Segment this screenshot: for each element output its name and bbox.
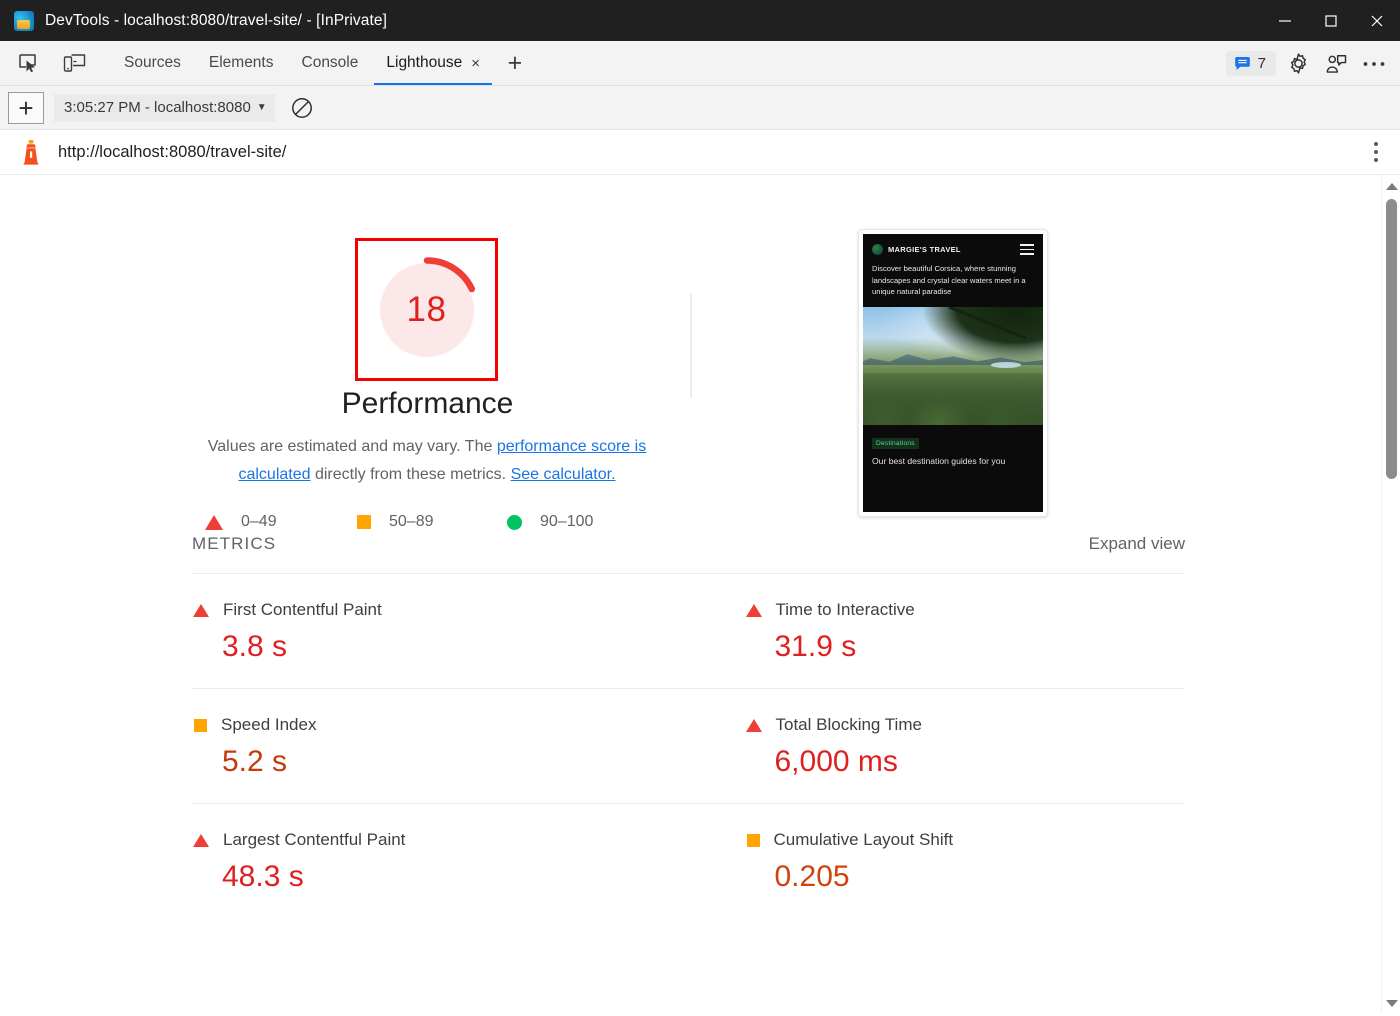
window-title: DevTools - localhost:8080/travel-site/ -… <box>45 11 388 29</box>
metric-total-blocking-time[interactable]: Total Blocking Time 6,000 ms <box>688 688 1185 803</box>
metric-speed-index[interactable]: Speed Index 5.2 s <box>192 688 689 803</box>
feedback-icon[interactable] <box>1320 49 1352 79</box>
tab-label: Console <box>301 54 359 71</box>
metric-first-contentful-paint[interactable]: First Contentful Paint 3.8 s <box>192 573 689 688</box>
more-options-icon[interactable] <box>1358 49 1390 79</box>
chevron-down-icon: ▼ <box>256 102 267 113</box>
report-selector-dropdown[interactable]: 3:05:27 PM - localhost:8080 ▼ <box>54 93 275 122</box>
devtools-toolbar-right: 7 <box>1225 41 1390 86</box>
devtools-window: DevTools - localhost:8080/travel-site/ -… <box>0 0 1400 1016</box>
scroll-thumb[interactable] <box>1386 199 1397 479</box>
metric-name: Speed Index <box>221 715 317 734</box>
metric-name: First Contentful Paint <box>223 600 382 619</box>
message-icon <box>1234 56 1250 70</box>
lighthouse-report: 18 Performance Values are estimated and … <box>0 175 1400 1016</box>
gear-icon[interactable] <box>1282 49 1314 79</box>
metrics-grid: First Contentful Paint 3.8 s Time to Int… <box>192 573 1185 918</box>
vertical-scrollbar[interactable] <box>1381 175 1400 1016</box>
scroll-down-arrow-icon[interactable] <box>1382 994 1400 1012</box>
performance-score: 18 <box>406 289 447 329</box>
tab-label: Lighthouse <box>386 54 463 71</box>
corsica-landscape-photo <box>863 306 1043 425</box>
triangle-icon <box>193 833 209 847</box>
metric-name: Cumulative Layout Shift <box>773 830 954 849</box>
tab-elements[interactable]: Elements <box>195 41 288 85</box>
triangle-icon <box>745 718 762 732</box>
report-url-row: http://localhost:8080/travel-site/ <box>0 130 1400 175</box>
tab-console[interactable]: Console <box>288 41 373 85</box>
thumbnail-brand: MARGIE'S TRAVEL <box>872 244 961 255</box>
metrics-section: METRICS Expand view First Contentful Pai… <box>0 515 1381 918</box>
devtools-tool-icons <box>12 48 92 78</box>
thumbnail-header: MARGIE'S TRAVEL <box>863 234 1043 255</box>
metric-value: 0.205 <box>774 860 850 893</box>
add-panel-icon[interactable]: + <box>498 48 532 78</box>
square-icon <box>194 718 207 732</box>
tab-lighthouse[interactable]: Lighthouse × <box>372 41 494 85</box>
maximize-button[interactable] <box>1308 0 1354 41</box>
window-controls <box>1262 0 1400 41</box>
see-calculator-link[interactable]: See calculator. <box>511 466 616 483</box>
metric-name: Largest Contentful Paint <box>223 830 406 849</box>
close-icon[interactable]: × <box>471 56 480 71</box>
edge-devtools-icon <box>14 10 34 31</box>
page-screenshot-thumbnail[interactable]: MARGIE'S TRAVEL Discover beautiful Corsi… <box>858 229 1048 517</box>
scroll-up-arrow-icon[interactable] <box>1382 177 1400 195</box>
performance-gauge-highlight: 18 <box>355 238 498 381</box>
metric-value: 3.8 s <box>222 630 288 663</box>
close-button[interactable] <box>1354 0 1400 41</box>
tab-label: Elements <box>208 54 274 71</box>
score-description-part2: directly from these metrics. <box>310 466 511 483</box>
section-divider <box>690 293 692 398</box>
lighthouse-icon <box>18 139 44 165</box>
issues-count: 7 <box>1257 55 1266 72</box>
score-section: 18 Performance Values are estimated and … <box>0 175 1381 530</box>
hamburger-icon <box>1020 244 1034 255</box>
metric-cumulative-layout-shift[interactable]: Cumulative Layout Shift 0.205 <box>688 803 1185 918</box>
score-description-part1: Values are estimated and may vary. The <box>207 438 497 455</box>
tab-sources[interactable]: Sources <box>110 41 195 85</box>
triangle-icon <box>745 603 762 617</box>
report-url: http://localhost:8080/travel-site/ <box>58 142 287 161</box>
device-toolbar-icon[interactable] <box>58 48 92 78</box>
triangle-icon <box>193 603 209 617</box>
metric-largest-contentful-paint[interactable]: Largest Contentful Paint 48.3 s <box>192 803 689 918</box>
new-report-button[interactable]: + <box>8 91 44 124</box>
metrics-header: METRICS Expand view <box>192 515 1185 573</box>
tab-label: Sources <box>124 54 181 71</box>
square-icon <box>746 833 760 847</box>
score-description: Values are estimated and may vary. The p… <box>196 433 658 489</box>
metric-name: Total Blocking Time <box>775 715 922 734</box>
thumbnail-tag: Destinations <box>872 437 919 449</box>
metric-name: Time to Interactive <box>775 600 915 619</box>
clear-icon[interactable] <box>289 95 315 121</box>
minimize-button[interactable] <box>1262 0 1308 41</box>
devtools-tab-strip: Sources Elements Console Lighthouse × + … <box>0 41 1400 86</box>
title-bar: DevTools - localhost:8080/travel-site/ -… <box>0 0 1400 41</box>
metric-value: 48.3 s <box>222 860 304 893</box>
performance-gauge[interactable]: 18 <box>372 255 482 365</box>
metric-value: 5.2 s <box>222 745 288 778</box>
metric-value: 31.9 s <box>774 630 857 663</box>
thumbnail-hero-text: Discover beautiful Corsica, where stunni… <box>872 264 1026 296</box>
lighthouse-toolbar: + 3:05:27 PM - localhost:8080 ▼ <box>0 86 1400 130</box>
thumbnail-subheading: Our best destination guides for you <box>872 455 1006 466</box>
metrics-title: METRICS <box>192 534 277 553</box>
thumbnail-brand-name: MARGIE'S TRAVEL <box>888 245 961 254</box>
globe-icon <box>872 244 883 255</box>
page-title: Performance <box>341 387 514 420</box>
metric-value: 6,000 ms <box>774 745 898 778</box>
vertical-dots-icon[interactable] <box>1374 142 1378 162</box>
inspect-element-icon[interactable] <box>12 48 46 78</box>
issues-badge[interactable]: 7 <box>1225 51 1276 76</box>
expand-view-button[interactable]: Expand view <box>1089 534 1185 554</box>
metric-time-to-interactive[interactable]: Time to Interactive 31.9 s <box>688 573 1185 688</box>
report-selector-label: 3:05:27 PM - localhost:8080 <box>64 99 251 116</box>
